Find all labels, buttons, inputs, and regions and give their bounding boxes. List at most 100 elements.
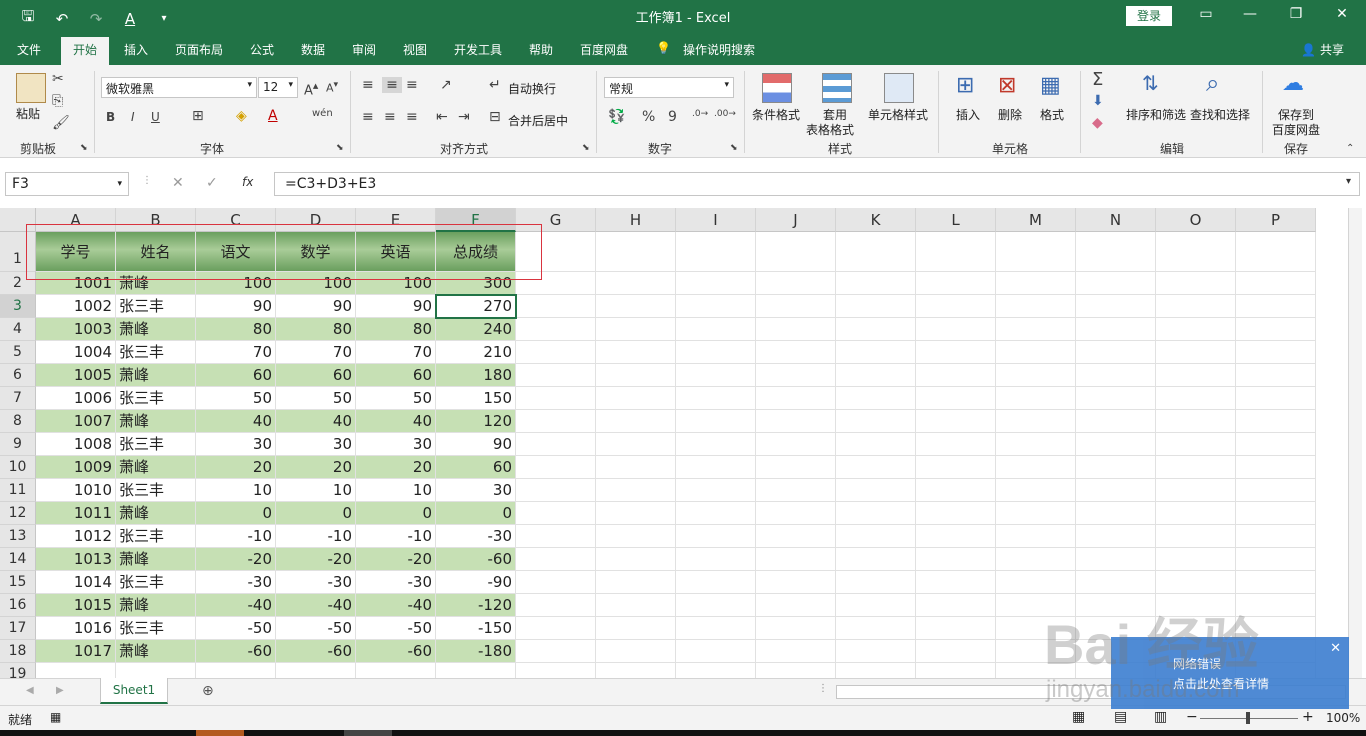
close-icon[interactable]: ✕ (1330, 641, 1341, 656)
taskbar-app[interactable] (196, 730, 244, 736)
table-cell[interactable]: 1013 (36, 548, 116, 571)
tab-baidu-netdisk[interactable]: 百度网盘 (580, 41, 628, 58)
table-cell[interactable]: 萧峰 (116, 364, 196, 387)
table-cell[interactable]: -10 (196, 525, 276, 548)
table-cell[interactable] (596, 594, 676, 617)
table-cell[interactable] (516, 525, 596, 548)
align-center-icon[interactable]: ≡ (384, 109, 396, 125)
table-cell[interactable] (756, 456, 836, 479)
table-cell[interactable] (356, 663, 436, 678)
table-cell[interactable] (916, 295, 996, 318)
table-cell[interactable] (596, 433, 676, 456)
table-cell[interactable] (596, 502, 676, 525)
table-cell[interactable] (596, 341, 676, 364)
table-cell[interactable]: 240 (436, 318, 516, 341)
table-cell[interactable] (676, 364, 756, 387)
table-cell[interactable] (196, 663, 276, 678)
table-cell[interactable] (836, 456, 916, 479)
table-cell[interactable] (676, 594, 756, 617)
table-cell[interactable] (596, 295, 676, 318)
table-cell[interactable]: 1011 (36, 502, 116, 525)
search-icon[interactable]: ⌕ (1206, 69, 1219, 97)
next-sheet-icon[interactable]: ▶ (56, 685, 64, 696)
table-cell[interactable] (756, 617, 836, 640)
row-header[interactable]: 3 (0, 295, 36, 318)
row-header[interactable]: 10 (0, 456, 36, 479)
table-cell[interactable]: 萧峰 (116, 410, 196, 433)
table-cell[interactable] (596, 387, 676, 410)
row-header[interactable]: 16 (0, 594, 36, 617)
table-cell[interactable] (836, 640, 916, 663)
table-cell[interactable] (1236, 387, 1316, 410)
table-cell[interactable] (996, 387, 1076, 410)
merge-center-icon[interactable]: ⊟ (489, 109, 501, 125)
table-cell[interactable] (1076, 456, 1156, 479)
table-cell[interactable] (516, 548, 596, 571)
table-cell[interactable]: -20 (196, 548, 276, 571)
table-cell[interactable]: 30 (436, 479, 516, 502)
wrap-text-icon[interactable]: ↵ (489, 77, 501, 93)
currency-icon[interactable]: 💱 (608, 109, 625, 125)
table-cell[interactable] (756, 433, 836, 456)
zoom-in-icon[interactable]: + (1302, 709, 1314, 725)
vertical-scrollbar[interactable] (1348, 208, 1362, 678)
table-cell[interactable] (996, 232, 1076, 272)
table-cell[interactable]: -90 (436, 571, 516, 594)
font-name-select[interactable]: 微软雅黑 ▾ (101, 77, 257, 98)
table-cell[interactable]: 10 (276, 479, 356, 502)
table-cell[interactable]: 张三丰 (116, 571, 196, 594)
table-cell[interactable] (1236, 295, 1316, 318)
table-cell[interactable] (756, 295, 836, 318)
table-cell[interactable] (676, 295, 756, 318)
table-cell[interactable] (996, 525, 1076, 548)
cancel-icon[interactable]: ✕ (172, 175, 184, 191)
collapse-ribbon-icon[interactable]: ⌃ (1346, 143, 1354, 154)
table-cell[interactable] (1156, 295, 1236, 318)
table-cell[interactable] (516, 502, 596, 525)
table-cell[interactable]: 1014 (36, 571, 116, 594)
table-cell[interactable] (1076, 479, 1156, 502)
formula-input[interactable]: =C3+D3+E3 (274, 172, 1360, 196)
table-cell[interactable] (916, 548, 996, 571)
table-cell[interactable] (916, 640, 996, 663)
table-cell[interactable] (516, 571, 596, 594)
table-cell[interactable]: -60 (196, 640, 276, 663)
table-cell[interactable]: -40 (196, 594, 276, 617)
table-cell[interactable]: 1010 (36, 479, 116, 502)
table-cell[interactable] (756, 341, 836, 364)
format-as-table-line2[interactable]: 表格格式 (806, 121, 854, 138)
table-cell[interactable] (756, 364, 836, 387)
table-cell[interactable] (1236, 525, 1316, 548)
insert-cells-icon[interactable]: ⊞ (956, 73, 974, 98)
table-cell[interactable] (1076, 387, 1156, 410)
table-cell[interactable] (916, 594, 996, 617)
clear-icon[interactable]: ◆ (1092, 115, 1103, 131)
tell-me-search[interactable]: 操作说明搜索 (683, 41, 755, 58)
sort-filter-icon[interactable]: ⇅ (1142, 71, 1159, 95)
table-cell[interactable] (516, 232, 596, 272)
table-cell[interactable]: 张三丰 (116, 617, 196, 640)
row-header[interactable]: 5 (0, 341, 36, 364)
table-cell[interactable] (996, 571, 1076, 594)
table-cell[interactable]: 30 (356, 433, 436, 456)
table-cell[interactable] (596, 571, 676, 594)
table-cell[interactable] (756, 479, 836, 502)
table-cell[interactable] (676, 456, 756, 479)
table-cell[interactable] (916, 663, 996, 678)
table-cell[interactable] (996, 318, 1076, 341)
table-cell[interactable] (836, 295, 916, 318)
table-cell[interactable] (516, 456, 596, 479)
table-cell[interactable]: 40 (196, 410, 276, 433)
paste-icon[interactable] (16, 73, 46, 103)
row-header[interactable]: 17 (0, 617, 36, 640)
table-cell[interactable]: 萧峰 (116, 456, 196, 479)
table-cell[interactable]: -50 (356, 617, 436, 640)
table-cell[interactable] (836, 479, 916, 502)
table-cell[interactable] (676, 387, 756, 410)
row-header[interactable]: 7 (0, 387, 36, 410)
table-cell[interactable] (1236, 571, 1316, 594)
table-cell[interactable] (1236, 410, 1316, 433)
table-cell[interactable] (596, 617, 676, 640)
table-cell[interactable]: 1008 (36, 433, 116, 456)
table-cell[interactable] (1236, 272, 1316, 295)
